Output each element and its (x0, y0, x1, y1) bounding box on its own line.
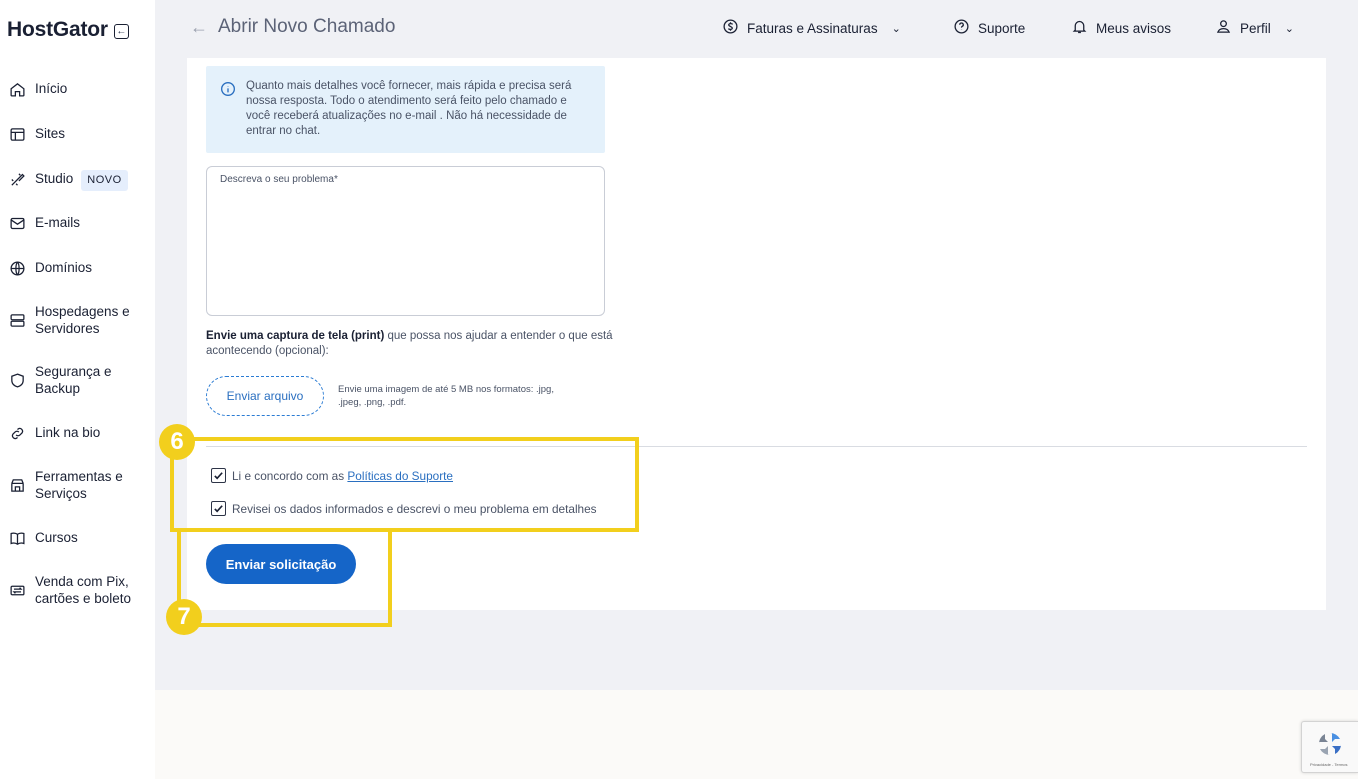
sidebar-item-label: Ferramentas e Serviços (35, 469, 123, 501)
chevron-down-icon: ⌄ (891, 22, 901, 35)
store-icon (8, 476, 26, 494)
top-bar: ← Abrir Novo Chamado Faturas e Assinatur… (155, 0, 1358, 58)
problem-description-label: Descreva o seu problema* (220, 174, 338, 185)
sidebar-item-hospedagens[interactable]: Hospedagens e Servidores (8, 303, 140, 337)
footer-band (155, 690, 1358, 779)
support-menu-label: Suporte (978, 20, 1026, 36)
upload-instructions: Envie uma captura de tela (print) que po… (206, 329, 616, 359)
sidebar-item-label: Hospedagens e Servidores (35, 304, 130, 336)
layout-icon (8, 125, 26, 143)
sidebar-item-label: E-mails (35, 215, 81, 230)
sidebar-item-emails[interactable]: E-mails (8, 214, 140, 232)
sidebar: HostGator ← Início Sites Studio NOVO E-ma… (0, 0, 155, 779)
sidebar-item-dominios[interactable]: Domínios (8, 259, 140, 277)
notices-menu[interactable]: Meus avisos (1071, 18, 1171, 38)
support-menu[interactable]: Suporte (953, 18, 1025, 38)
billing-menu-label: Faturas e Assinaturas (747, 20, 878, 36)
link-icon (8, 424, 26, 442)
shield-icon (8, 371, 26, 389)
sidebar-item-link-na-bio[interactable]: Link na bio (8, 424, 140, 442)
sidebar-item-cursos[interactable]: Cursos (8, 529, 140, 547)
sidebar-item-venda[interactable]: Venda com Pix, cartões e boleto (8, 573, 145, 607)
home-icon (8, 80, 26, 98)
dollar-icon (722, 18, 739, 38)
globe-icon (8, 259, 26, 277)
sidebar-item-label: Venda com Pix, cartões e boleto (35, 574, 132, 606)
sidebar-item-sites[interactable]: Sites (8, 125, 140, 143)
help-icon (953, 18, 970, 38)
collapse-sidebar-icon[interactable]: ← (113, 24, 129, 39)
notices-menu-label: Meus avisos (1096, 20, 1172, 36)
book-icon (8, 529, 26, 547)
info-icon (220, 81, 236, 102)
step-marker: 6 (159, 424, 195, 460)
sidebar-item-studio[interactable]: Studio NOVO (8, 170, 128, 191)
studio-icon (8, 170, 26, 188)
sidebar-item-label: Studio NOVO (35, 170, 128, 191)
upload-instructions-bold: Envie uma captura de tela (print) (206, 330, 385, 342)
page-title-text: Abrir Novo Chamado (218, 16, 396, 37)
upload-file-button[interactable]: Enviar arquivo (206, 376, 324, 416)
sidebar-item-inicio[interactable]: Início (8, 80, 140, 98)
brand-name: HostGator (7, 18, 108, 41)
sidebar-item-label: Link na bio (35, 425, 101, 440)
server-icon (8, 311, 26, 329)
info-box: Quanto mais detalhes você fornecer, mais… (206, 66, 605, 153)
highlight-box-submit (177, 530, 392, 627)
sidebar-item-ferramentas[interactable]: Ferramentas e Serviços (8, 468, 140, 502)
bell-icon (1071, 18, 1088, 38)
problem-description-textarea[interactable]: Descreva o seu problema* (206, 166, 605, 316)
recaptcha-icon (1318, 732, 1342, 756)
back-arrow-icon[interactable]: ← (190, 17, 208, 38)
main-area: ← Abrir Novo Chamado Faturas e Assinatur… (155, 0, 1358, 779)
highlight-box-checkboxes (170, 437, 639, 532)
billing-menu[interactable]: Faturas e Assinaturas ⌄ (722, 18, 901, 38)
transfer-icon (8, 581, 26, 599)
sidebar-item-label: Domínios (35, 260, 93, 275)
user-icon (1215, 18, 1232, 38)
sidebar-item-seguranca[interactable]: Segurança e Backup (8, 363, 140, 397)
info-text: Quanto mais detalhes você fornecer, mais… (246, 80, 572, 137)
profile-menu-label: Perfil (1240, 20, 1271, 36)
logo[interactable]: HostGator ← (7, 18, 129, 42)
recaptcha-text: Privacidade - Termos (1310, 762, 1348, 767)
new-badge: NOVO (81, 170, 128, 191)
mail-icon (8, 214, 26, 232)
sidebar-item-label: Segurança e Backup (35, 364, 112, 396)
step-marker: 7 (166, 599, 202, 635)
sidebar-item-label: Cursos (35, 530, 78, 545)
page-title: ← Abrir Novo Chamado (190, 16, 395, 38)
sidebar-item-label: Sites (35, 126, 66, 141)
recaptcha-badge[interactable]: Privacidade - Termos (1301, 721, 1358, 773)
chevron-down-icon: ⌄ (1284, 22, 1294, 35)
sidebar-item-label: Início (35, 81, 68, 96)
upload-hint: Envie uma imagem de até 5 MB nos formato… (338, 384, 554, 408)
profile-menu[interactable]: Perfil ⌄ (1215, 18, 1294, 38)
